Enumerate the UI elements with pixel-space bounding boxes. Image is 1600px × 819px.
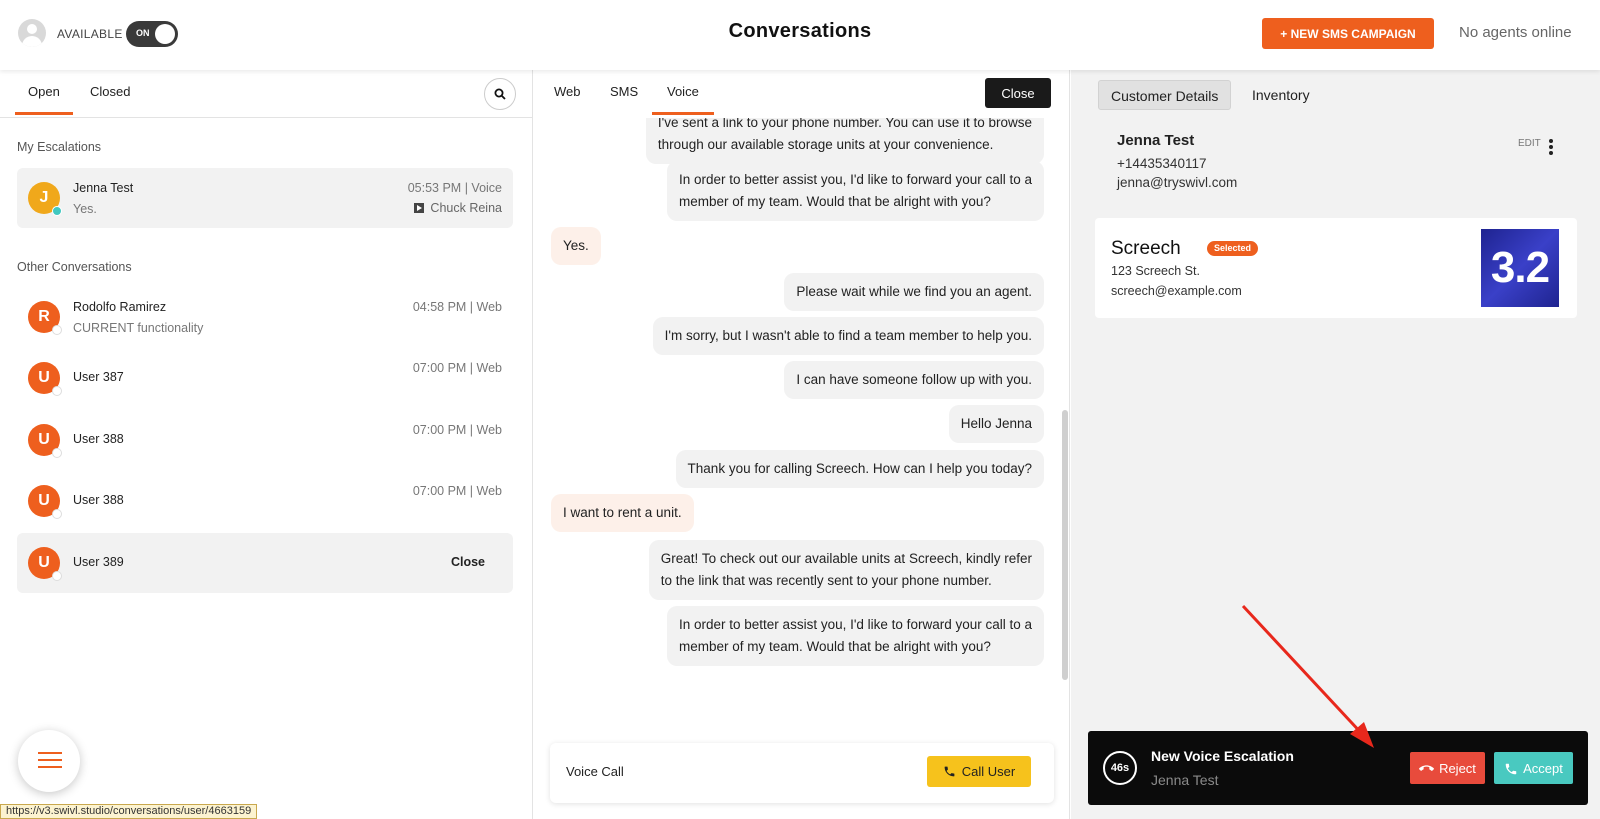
voice-escalation-notification: 46s New Voice Escalation Jenna Test Reje… bbox=[1088, 731, 1588, 805]
reject-button[interactable]: Reject bbox=[1410, 752, 1485, 784]
list-item[interactable]: U User 388 07:00 PM | Web bbox=[17, 471, 513, 531]
tab-sms[interactable]: SMS bbox=[610, 84, 638, 112]
message-preview: Yes. bbox=[73, 202, 97, 216]
caller-name: Jenna Test bbox=[1151, 772, 1219, 788]
accept-button[interactable]: Accept bbox=[1494, 752, 1573, 784]
agent-message: I can have someone follow up with you. bbox=[784, 361, 1044, 399]
other-conversations-label: Other Conversations bbox=[17, 260, 132, 274]
availability-label: AVAILABLE bbox=[57, 27, 123, 41]
notification-title: New Voice Escalation bbox=[1151, 748, 1294, 764]
list-item[interactable]: U User 389 Close bbox=[17, 533, 513, 593]
status-url: https://v3.swivl.studio/conversations/us… bbox=[0, 804, 258, 819]
conversation-time: 05:53 PM | Voice bbox=[407, 181, 502, 195]
status-dot bbox=[52, 571, 62, 581]
conversation-list-panel: Open Closed My Escalations J Jenna Test … bbox=[0, 70, 533, 819]
inventory-card[interactable]: Screech Selected 123 Screech St. screech… bbox=[1095, 218, 1577, 318]
customer-email: jenna@tryswivl.com bbox=[1117, 175, 1238, 190]
conversation-time: 07:00 PM | Web bbox=[412, 423, 502, 437]
agent-message: Great! To check out our available units … bbox=[648, 540, 1044, 600]
list-item[interactable]: U User 387 07:00 PM | Web bbox=[17, 348, 513, 408]
location-address: 123 Screech St. bbox=[1111, 264, 1200, 278]
online-status-dot bbox=[52, 206, 62, 216]
top-bar: AVAILABLE ON Conversations + NEW SMS CAM… bbox=[0, 0, 1600, 70]
selected-badge: Selected bbox=[1207, 241, 1259, 256]
close-chat-button[interactable]: Close bbox=[985, 78, 1051, 108]
location-email: screech@example.com bbox=[1111, 284, 1242, 298]
tab-customer-details[interactable]: Customer Details bbox=[1098, 80, 1232, 110]
agent-message: In order to better assist you, I'd like … bbox=[667, 606, 1044, 666]
accept-label: Accept bbox=[1523, 760, 1563, 776]
list-item[interactable]: R Rodolfo Ramirez CURRENT functionality … bbox=[17, 287, 513, 347]
user-avatar-icon[interactable] bbox=[18, 19, 46, 47]
contact-name: Jenna Test bbox=[73, 181, 134, 195]
tab-voice[interactable]: Voice bbox=[652, 84, 714, 115]
menu-icon-line bbox=[38, 766, 62, 768]
escalation-item[interactable]: J Jenna Test Yes. 05:53 PM | Voice Chuck… bbox=[17, 168, 513, 228]
tab-web[interactable]: Web bbox=[554, 84, 581, 112]
contact-name: User 388 bbox=[73, 432, 124, 446]
chat-panel: Web SMS Voice Close I've sent a link to … bbox=[534, 70, 1070, 819]
details-panel: Customer Details Inventory Jenna Test +1… bbox=[1071, 70, 1600, 819]
menu-icon-line bbox=[38, 759, 62, 761]
phone-icon bbox=[1505, 763, 1517, 774]
tab-closed[interactable]: Closed bbox=[90, 84, 130, 112]
kebab-menu-icon[interactable] bbox=[1549, 139, 1553, 157]
customer-phone: +14435340117 bbox=[1117, 156, 1207, 171]
close-conversation-button[interactable]: Close bbox=[451, 555, 485, 569]
search-button[interactable] bbox=[484, 78, 516, 110]
customer-message: I want to rent a unit. bbox=[551, 494, 694, 532]
edit-customer-link[interactable]: EDIT bbox=[1518, 138, 1541, 149]
new-sms-campaign-button[interactable]: + NEW SMS CAMPAIGN bbox=[1262, 18, 1434, 49]
countdown-timer: 46s bbox=[1103, 751, 1137, 785]
conversation-time: 07:00 PM | Web bbox=[412, 361, 502, 375]
hangup-icon bbox=[1419, 764, 1435, 771]
toggle-label: ON bbox=[136, 28, 150, 38]
chat-scrollbar[interactable] bbox=[1062, 410, 1068, 680]
agent-message: In order to better assist you, I'd like … bbox=[667, 161, 1044, 221]
thumbnail-text: 3.2 bbox=[1490, 243, 1550, 292]
agent-message: Thank you for calling Screech. How can I… bbox=[675, 450, 1044, 488]
conversation-time: 07:00 PM | Web bbox=[412, 484, 502, 498]
location-thumbnail: 3.2 bbox=[1481, 229, 1559, 307]
message-thread: I've sent a link to your phone number. Y… bbox=[534, 118, 1069, 738]
call-user-button[interactable]: Call User bbox=[927, 756, 1031, 787]
conversation-tabs: Open Closed bbox=[0, 70, 533, 118]
agent-name: Chuck Reina bbox=[430, 201, 502, 215]
reject-label: Reject bbox=[1439, 760, 1476, 776]
tab-inventory[interactable]: Inventory bbox=[1240, 80, 1322, 110]
customer-message: Yes. bbox=[551, 227, 601, 265]
message-preview: CURRENT functionality bbox=[73, 321, 204, 335]
status-dot bbox=[52, 448, 62, 458]
channel-tabs: Web SMS Voice Close bbox=[534, 70, 1069, 118]
status-dot bbox=[52, 325, 62, 335]
phone-icon bbox=[944, 766, 955, 777]
menu-icon bbox=[38, 752, 62, 754]
contact-name: Rodolfo Ramirez bbox=[73, 300, 167, 314]
voice-call-bar: Voice Call Call User bbox=[550, 743, 1054, 803]
availability-toggle[interactable]: ON bbox=[126, 21, 178, 47]
contact-name: User 388 bbox=[73, 493, 124, 507]
agent-message: I've sent a link to your phone number. Y… bbox=[645, 118, 1044, 164]
contact-name: User 387 bbox=[73, 370, 124, 384]
agent-message: Please wait while we find you an agent. bbox=[784, 273, 1044, 311]
location-name: Screech bbox=[1111, 238, 1181, 259]
customer-name: Jenna Test bbox=[1117, 132, 1195, 149]
voice-call-label: Voice Call bbox=[566, 764, 624, 779]
tab-open[interactable]: Open bbox=[15, 84, 73, 115]
assigned-agent: Chuck Reina bbox=[414, 201, 502, 215]
menu-fab-button[interactable] bbox=[18, 730, 80, 792]
contact-name: User 389 bbox=[73, 555, 124, 569]
my-escalations-label: My Escalations bbox=[17, 140, 102, 154]
search-icon bbox=[494, 88, 506, 100]
agent-message: I'm sorry, but I wasn't able to find a t… bbox=[652, 317, 1044, 355]
call-user-label: Call User bbox=[961, 764, 1016, 779]
status-dot bbox=[52, 509, 62, 519]
status-dot bbox=[52, 386, 62, 396]
agent-message: Hello Jenna bbox=[948, 405, 1044, 443]
toggle-knob bbox=[155, 24, 175, 44]
conversation-time: 04:58 PM | Web bbox=[412, 300, 502, 314]
list-item[interactable]: U User 388 07:00 PM | Web bbox=[17, 410, 513, 470]
agent-icon bbox=[414, 203, 425, 213]
agents-status: No agents online bbox=[1459, 24, 1572, 41]
